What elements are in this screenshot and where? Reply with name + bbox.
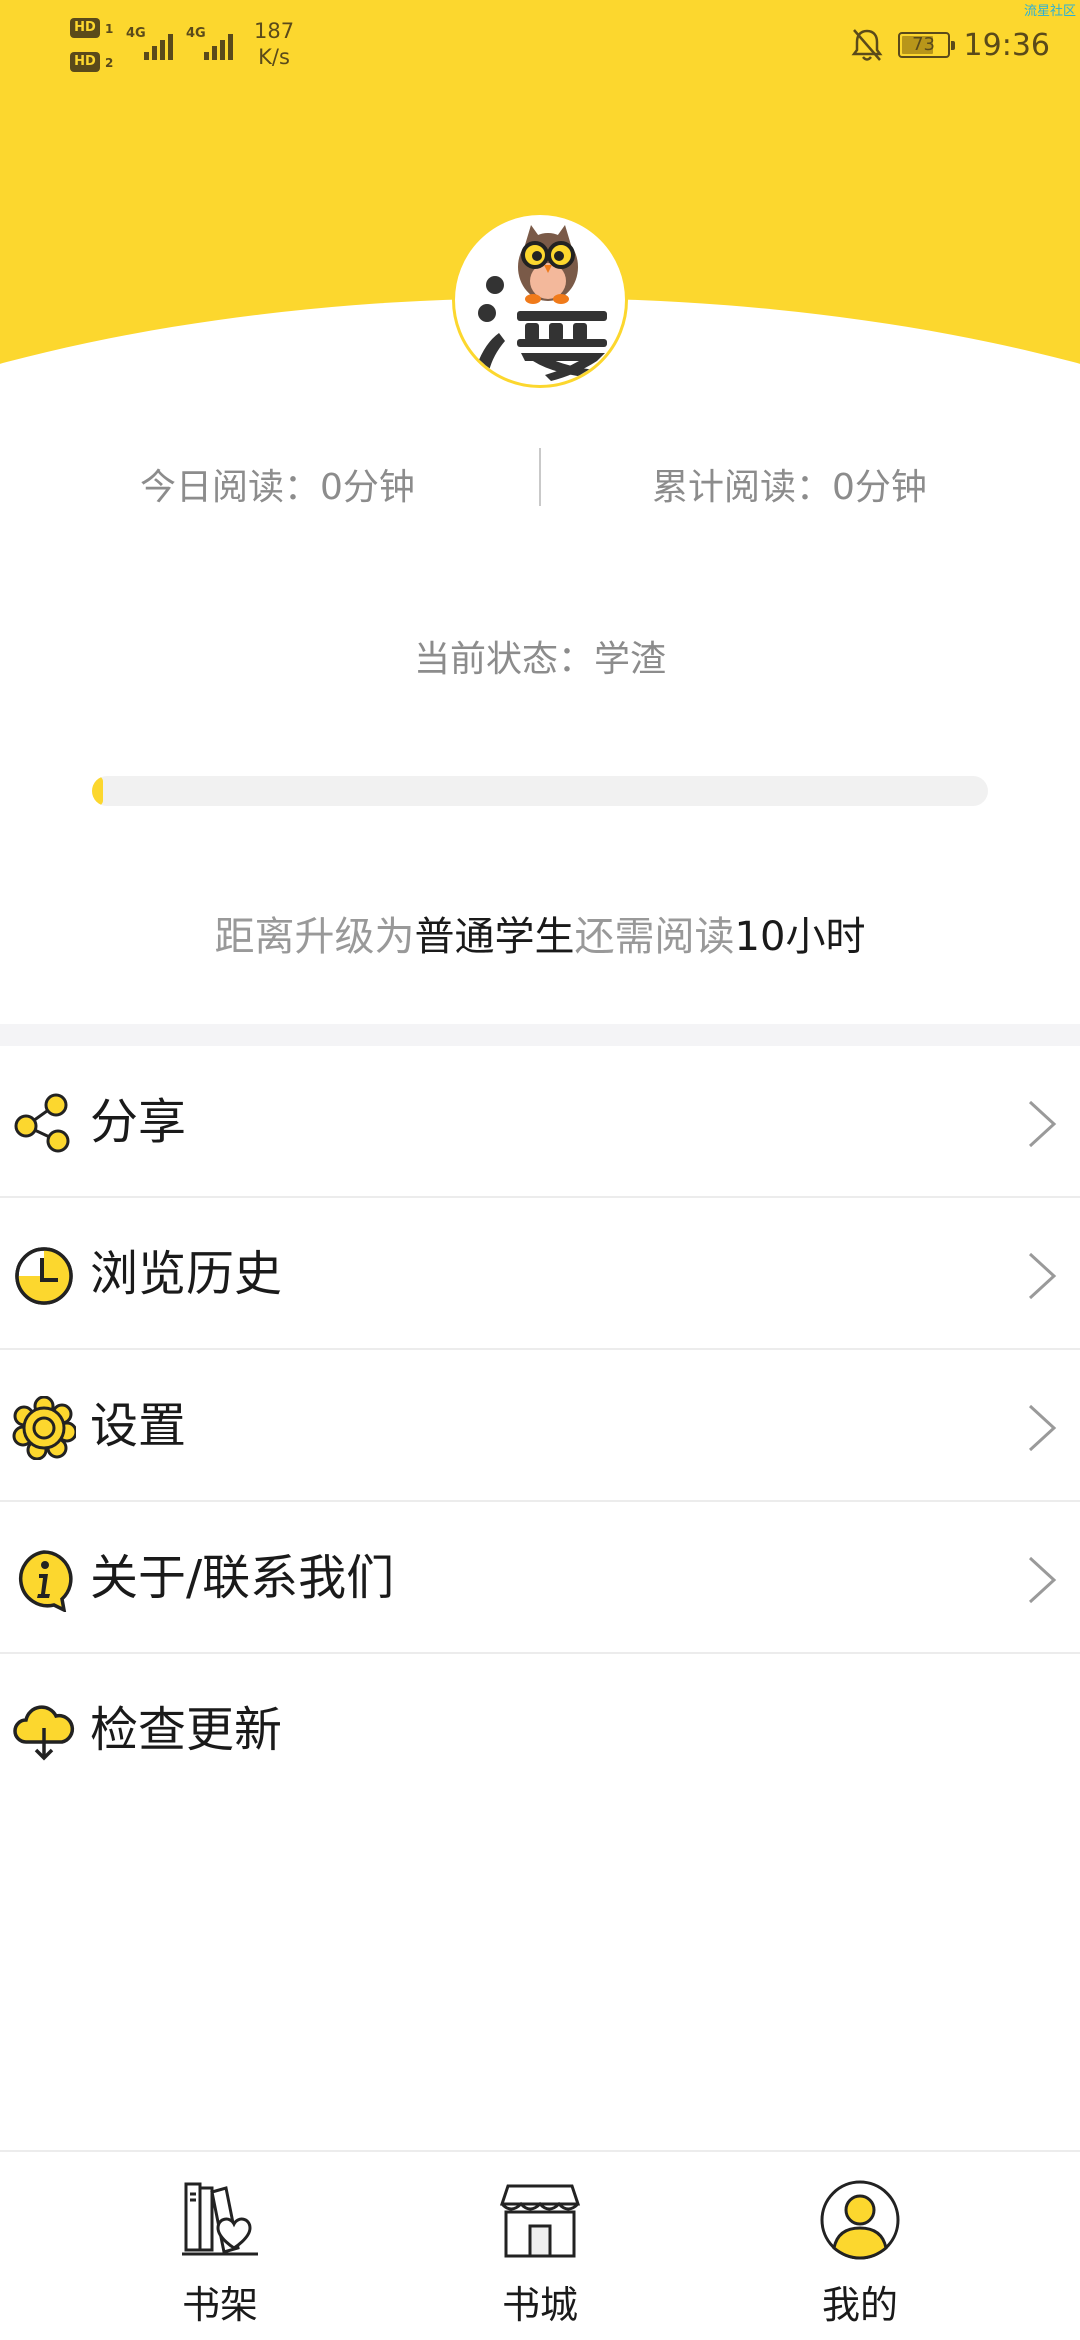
- network-type-2: 4G: [186, 26, 206, 41]
- menu-item-settings[interactable]: 设置: [0, 1350, 1080, 1502]
- upgrade-level: 普通学生: [414, 914, 575, 960]
- menu-label-check-update: 检查更新: [90, 1702, 283, 1758]
- watermark-text: 流星社区: [1023, 4, 1076, 19]
- reading-stats: 今日阅读：0分钟 累计阅读：0分钟: [0, 440, 1080, 520]
- network-type-1: 4G: [126, 26, 146, 41]
- network-speed-unit: K/s: [258, 45, 290, 69]
- bottom-navigation: 书架 书城 我的: [0, 2150, 1080, 2340]
- battery-percent: 73: [912, 34, 935, 55]
- nav-label-mine: 我的: [821, 2283, 898, 2327]
- battery-icon: 73: [897, 32, 955, 58]
- gear-icon: [12, 1396, 76, 1460]
- upgrade-prefix: 距离升级为: [214, 914, 415, 960]
- menu-item-about[interactable]: 关于/联系我们: [0, 1502, 1080, 1654]
- avatar[interactable]: [452, 212, 628, 388]
- settings-menu: 分享 浏览历史 设置 关于/联系我们 检查更新: [0, 1046, 1080, 1806]
- signal-bars-icon: [144, 34, 173, 60]
- signal-strength-2: 4G: [186, 22, 246, 62]
- network-speed-value: 187: [254, 19, 295, 43]
- clock: 19:36: [963, 27, 1050, 63]
- profile-icon: [820, 2180, 900, 2260]
- nav-tab-bookstore[interactable]: 书城: [460, 2178, 620, 2328]
- chevron-right-icon: [1028, 1100, 1057, 1148]
- signal-strength-1: 4G: [126, 22, 186, 62]
- share-icon: [14, 1093, 70, 1153]
- menu-label-history: 浏览历史: [90, 1246, 283, 1302]
- chevron-right-icon: [1028, 1252, 1057, 1300]
- nav-tab-mine[interactable]: 我的: [780, 2178, 940, 2328]
- clock-icon: [15, 1247, 73, 1305]
- manga-owl-logo-icon: [477, 225, 607, 381]
- sim-indicators: HD 1 HD 2: [70, 16, 118, 78]
- nav-tab-bookshelf[interactable]: 书架: [140, 2178, 300, 2328]
- nav-label-bookshelf: 书架: [181, 2283, 258, 2327]
- menu-label-about: 关于/联系我们: [90, 1550, 395, 1606]
- sim2-number: 2: [105, 56, 114, 70]
- chevron-right-icon: [1028, 1404, 1057, 1452]
- upgrade-remaining: 10小时: [734, 914, 866, 960]
- network-speed: 187 K/s: [254, 18, 294, 70]
- nav-label-bookstore: 书城: [501, 2283, 578, 2327]
- menu-item-share[interactable]: 分享: [0, 1046, 1080, 1198]
- menu-item-history[interactable]: 浏览历史: [0, 1198, 1080, 1350]
- chevron-right-icon: [1028, 1556, 1057, 1604]
- sim1-number: 1: [105, 22, 114, 36]
- today-reading: 今日阅读：0分钟: [140, 467, 415, 508]
- signal-bars-icon: [204, 34, 233, 60]
- profile-page: HD 1 HD 2 4G 4G 187 K/s 73 19:36 流星社区 今日…: [0, 0, 1080, 2340]
- bookshelf-icon: [182, 2182, 258, 2256]
- sim1-hd-badge: HD: [70, 18, 100, 38]
- sim2-hd-badge: HD: [70, 52, 100, 72]
- status-bar: HD 1 HD 2 4G 4G 187 K/s 73 19:36 流星社区: [0, 0, 1080, 90]
- status-right-group: 73 19:36: [850, 24, 1050, 66]
- bookstore-icon: [499, 2184, 581, 2258]
- current-status: 当前状态：学渣: [413, 639, 666, 680]
- upgrade-hint: 距离升级为普通学生还需阅读10小时: [0, 904, 1080, 962]
- menu-item-check-update[interactable]: 检查更新: [0, 1654, 1080, 1806]
- info-icon: [18, 1550, 73, 1612]
- section-divider: [0, 1024, 1080, 1046]
- level-progress-bar: [92, 776, 988, 806]
- total-reading: 累计阅读：0分钟: [652, 467, 927, 508]
- upgrade-middle: 还需阅读: [574, 914, 735, 960]
- menu-label-settings: 设置: [90, 1398, 187, 1454]
- menu-label-share: 分享: [90, 1094, 187, 1150]
- stats-divider: [539, 448, 541, 506]
- mute-bell-icon: [851, 29, 883, 61]
- cloud-download-icon: [13, 1705, 75, 1761]
